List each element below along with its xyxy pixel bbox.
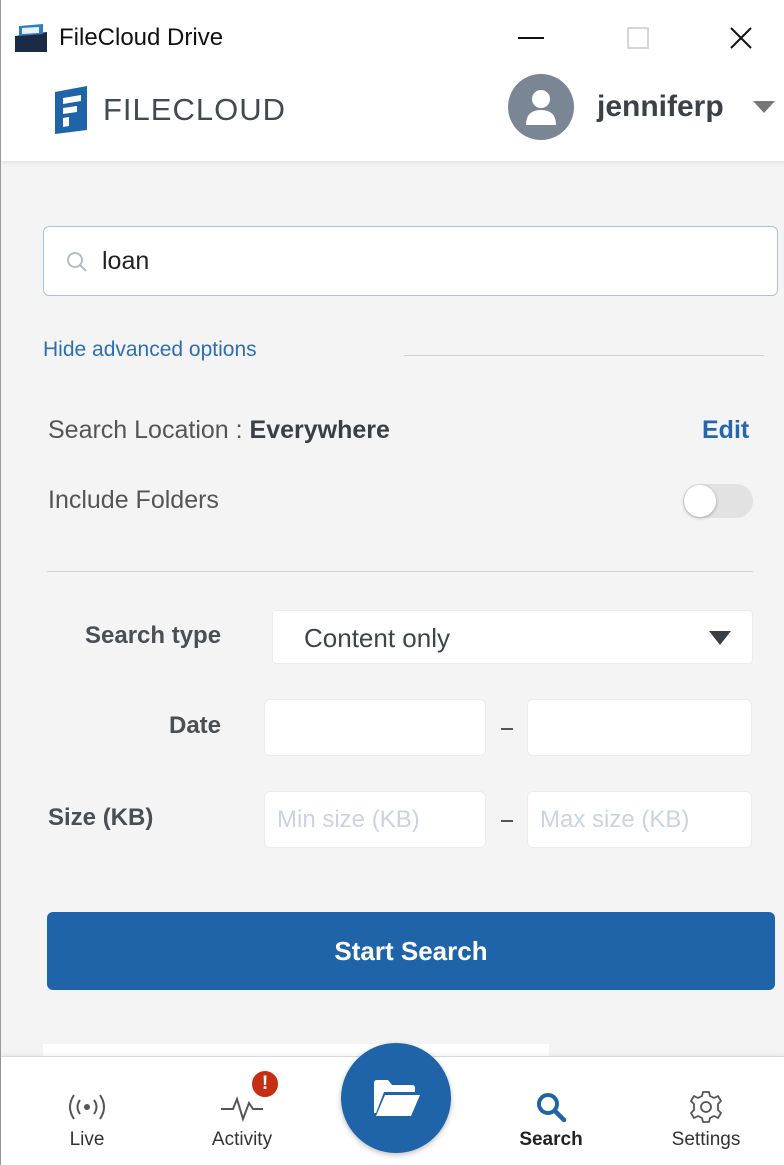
toggle-knob	[684, 485, 716, 517]
folder-open-icon	[374, 1080, 420, 1116]
search-input[interactable]	[102, 239, 762, 283]
nav-search-label: Search	[519, 1129, 583, 1150]
close-button[interactable]	[716, 16, 766, 60]
date-to-input[interactable]	[540, 710, 743, 746]
window-title: FileCloud Drive	[59, 24, 224, 51]
live-broadcast-icon	[69, 1094, 105, 1120]
filecloud-logo-text: FILECLOUD	[103, 92, 286, 127]
date-label: Date	[169, 712, 222, 739]
range-dash	[501, 728, 513, 730]
divider	[47, 571, 753, 572]
search-location-value: Everywhere	[249, 416, 390, 444]
chevron-down-icon[interactable]	[751, 98, 777, 116]
open-folder-button[interactable]	[341, 1043, 451, 1153]
content-edge	[43, 1044, 549, 1056]
close-icon	[730, 27, 752, 49]
search-icon	[67, 252, 87, 272]
min-size-input[interactable]	[277, 802, 477, 838]
username[interactable]: jenniferp	[597, 90, 724, 124]
nav-search[interactable]: Search	[506, 1057, 596, 1165]
range-dash	[501, 820, 513, 822]
title-bar: FileCloud Drive	[1, 0, 784, 78]
include-folders-toggle[interactable]	[683, 484, 753, 518]
min-size-field[interactable]	[264, 791, 486, 848]
date-to-field[interactable]	[527, 699, 752, 756]
date-from-field[interactable]	[264, 699, 486, 756]
nav-live-label: Live	[69, 1129, 105, 1150]
filecloud-logo-icon	[55, 86, 87, 134]
search-type-value: Content only	[304, 623, 450, 653]
nav-activity-label: Activity	[211, 1129, 273, 1150]
edit-location-link[interactable]: Edit	[702, 416, 749, 445]
hide-advanced-options-link[interactable]: Hide advanced options	[43, 338, 257, 362]
minimize-button[interactable]	[506, 16, 556, 60]
app-header: FILECLOUD jenniferp	[1, 74, 784, 162]
minimize-icon	[518, 37, 544, 39]
search-type-select[interactable]: Content only	[272, 610, 753, 664]
app-icon	[15, 24, 47, 52]
search-location-label: Search Location : Everywhere	[48, 416, 390, 445]
user-icon	[526, 90, 556, 125]
max-size-input[interactable]	[540, 802, 743, 838]
divider	[404, 355, 764, 356]
nav-live[interactable]: Live	[45, 1057, 129, 1165]
include-folders-label: Include Folders	[48, 486, 219, 514]
maximize-icon	[627, 27, 649, 49]
search-type-label: Search type	[85, 622, 222, 649]
activity-alert-badge: !	[250, 1069, 280, 1099]
date-from-input[interactable]	[277, 710, 477, 746]
avatar[interactable]	[508, 74, 574, 140]
filecloud-drive-window: FileCloud Drive FILECLOUD jenniferp loan…	[0, 0, 784, 1165]
nav-settings[interactable]: Settings	[661, 1057, 751, 1165]
size-label: Size (KB)	[48, 804, 154, 831]
nav-activity[interactable]: ! Activity	[197, 1057, 287, 1165]
nav-settings-label: Settings	[671, 1129, 741, 1150]
dropdown-arrow-icon	[709, 631, 731, 645]
max-size-field[interactable]	[527, 791, 752, 848]
search-box[interactable]	[43, 226, 778, 296]
search-location-prefix: Search Location :	[48, 416, 250, 444]
maximize-button[interactable]	[613, 16, 663, 60]
gear-icon	[690, 1091, 722, 1123]
search-icon	[537, 1093, 567, 1123]
start-search-button[interactable]: Start Search	[47, 912, 775, 990]
